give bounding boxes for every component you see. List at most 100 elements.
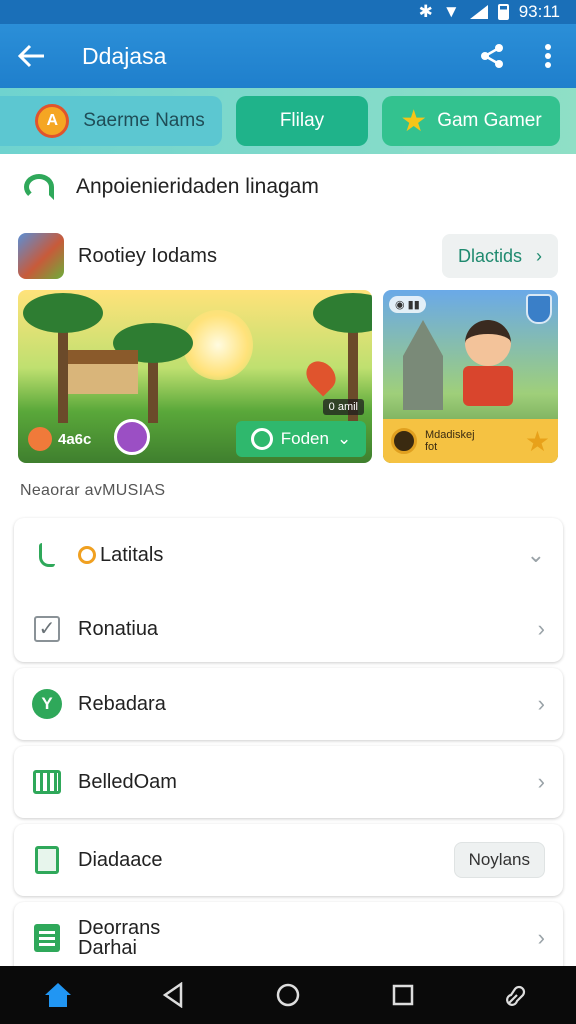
chevron-down-icon: ⌄ [336,429,352,448]
chip-label: Flilay [279,110,325,131]
list-item-label: Latitals [100,543,164,566]
arrow-back-icon [18,44,44,68]
list-item-rebadara[interactable]: Y Rebadara › [14,668,563,740]
back-button[interactable] [0,24,64,88]
section-header: Rootiey Iodams Dlactids › [18,230,558,282]
y-badge-icon: Y [32,689,62,719]
headline-text: Anpoienieridaden linagam [76,175,319,198]
category-chips: A Saerme Nams Flilay ★ Gam Gamer [0,88,576,154]
home-circle-button[interactable] [258,966,318,1024]
page-title: Ddajasa [82,42,167,69]
wifi-icon: ▼ [442,2,460,21]
chip-label: Saerme Nams [83,110,205,131]
secondary-game-banner[interactable]: ◉ ▮▮ Mdadiskej fot ★ [383,290,558,463]
chip-flilay[interactable]: Flilay [236,96,368,146]
star-icon: ★ [400,104,428,138]
star-icon: ★ [524,425,550,457]
chevron-right-icon: › [537,691,545,716]
triangle-back-icon [162,982,183,1008]
list-card[interactable]: Y Rebadara › [14,668,563,740]
chevron-right-icon: › [536,245,542,266]
hut-illustration [68,350,138,394]
document-icon [32,923,62,953]
banner-timer: 0 amil [322,399,364,415]
hero-character-illustration [453,320,523,420]
level-badge: ◉ ▮▮ [389,296,426,313]
list-item-label: Ronatiua [78,617,159,640]
puzzle-icon [506,985,526,1006]
reward-strip: Mdadiskej fot ★ [383,419,558,463]
follow-label: Foden [280,429,329,448]
follow-button[interactable]: Foden ⌄ [236,421,366,457]
signal-icon [469,5,488,19]
reward-text: Mdadiskej fot [425,429,475,453]
palm-tree-illustration [23,293,103,423]
recents-button[interactable] [373,966,433,1024]
circle-home-icon [276,983,300,1007]
assistant-button[interactable] [488,966,548,1024]
list-card[interactable]: BelledOam › [14,746,563,818]
chevron-down-icon: ⌄ [526,542,545,567]
list-item-label: Deorrans Darhai [78,918,538,958]
list-item-ronatiua[interactable]: ✓ Ronatiua › [14,592,563,666]
list-item-label: Rebadara [78,692,166,715]
banner-score: 4a6c [28,427,91,451]
system-navigation-bar [0,966,576,1024]
sun-illustration [183,310,253,380]
status-bar: ✱ ▼ 93:11 [0,0,576,24]
chevron-right-icon: › [537,769,545,794]
tower-illustration [403,320,443,410]
headline: Anpoienieridaden linagam [24,174,319,200]
shield-icon [526,294,552,324]
details-button[interactable]: Dlactids › [441,234,558,278]
map-pin-icon [300,355,342,397]
ring-icon [250,428,273,450]
share-button[interactable] [464,24,520,88]
skull-badge-icon [114,419,150,455]
circle-icon [78,546,96,564]
palm-tree-illustration [113,323,193,423]
coin-icon [391,428,417,454]
home-icon [44,983,71,1007]
status-time: 93:11 [518,2,560,21]
list-item-deorrans[interactable]: Deorrans Darhai › [14,902,563,974]
score-value: 4a6c [58,430,92,448]
section-title: Rootiey Iodams [78,244,217,267]
bluetooth-icon: ✱ [418,2,433,21]
chip-label: Gam Gamer [437,110,542,131]
list-item-label-line-2: Darhai [78,937,137,959]
home-button[interactable] [28,966,88,1024]
more-options-button[interactable] [520,24,576,88]
list-card[interactable]: Diadaace Noylans [14,824,563,896]
book-icon [32,845,62,875]
badge-icon: A [35,104,70,138]
share-icon [481,44,503,68]
app-bar: Ddajasa [0,24,576,88]
chip-saerme-nams[interactable]: A Saerme Nams [0,96,222,146]
square-recents-icon [392,984,414,1006]
list-item-label-line-1: Deorrans [78,917,161,939]
checkbox-icon[interactable]: ✓ [32,614,62,644]
game-thumbnail[interactable] [18,233,64,279]
calendar-icon [32,767,62,797]
list-section-label: Neaorar avMUSIAS [20,482,166,499]
chevron-right-icon: › [537,616,545,641]
list-item-label-wrap: Latitals [78,544,527,567]
chip-gam-gamer[interactable]: ★ Gam Gamer [382,96,560,146]
settings-card-group: Latitals ⌄ ✓ Ronatiua › [14,518,563,662]
list-item-latitals[interactable]: Latitals ⌄ [14,518,563,592]
featured-game-banner[interactable]: 4a6c 0 amil Foden ⌄ [18,290,372,463]
reward-line-1: Mdadiskej [425,429,475,441]
details-label: Dlactids [457,245,522,266]
leaf-icon [24,174,54,200]
heart-icon [28,427,52,451]
list-item-label: Diadaace [78,848,163,871]
chevron-right-icon: › [537,925,545,950]
list-item-diadaace[interactable]: Diadaace Noylans [14,824,563,896]
list-item-belledoam[interactable]: BelledOam › [14,746,563,818]
reward-line-2: fot [425,441,438,453]
battery-icon [497,4,509,20]
back-nav-button[interactable] [143,966,203,1024]
phone-icon [32,540,62,570]
noylans-tag-button[interactable]: Noylans [453,842,545,878]
